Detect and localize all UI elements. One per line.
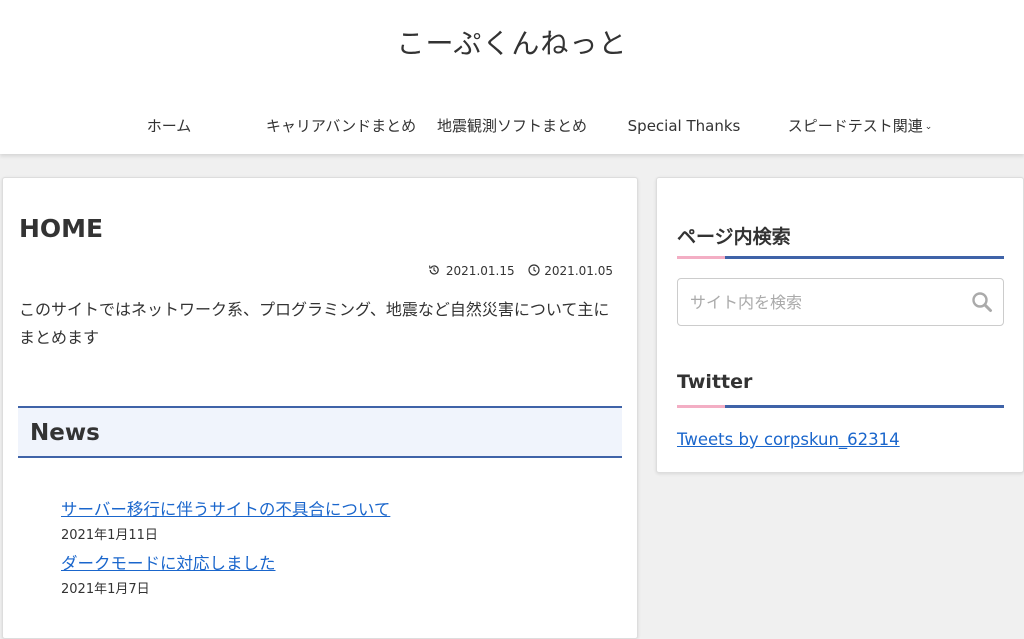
search-input[interactable] (678, 279, 970, 325)
nav-item-speedtest[interactable]: スピードテスト関連 ⌄ (770, 114, 950, 138)
news-heading-label: News (30, 420, 100, 446)
twitter-widget-title: Twitter (677, 371, 753, 393)
news-date: 2021年1月7日 (61, 582, 150, 597)
published-date: 2021.01.05 (544, 264, 613, 278)
nav-item-label: スピードテスト関連 (787, 117, 923, 135)
news-date: 2021年1月11日 (61, 528, 158, 543)
underline-accent (677, 405, 725, 408)
global-nav: ホーム キャリアバンドまとめ 地震観測ソフトまとめ Special Thanks… (0, 114, 1024, 138)
clock-icon (528, 264, 544, 278)
nav-item-special-thanks[interactable]: Special Thanks (598, 114, 770, 138)
site-title[interactable]: こーぷくんねっと (0, 22, 1024, 62)
search-button[interactable] (971, 291, 993, 313)
news-heading: News (18, 406, 622, 458)
main-content: HOME 2021.01.15 2021.01.05 このサイトではネットワーク… (2, 177, 638, 639)
widget-title-underline (677, 256, 1004, 259)
nav-item-label: Special Thanks (627, 117, 741, 135)
site-header: こーぷくんねっと ホーム キャリアバンドまとめ 地震観測ソフトまとめ Speci… (0, 0, 1024, 154)
nav-item-carrier-band[interactable]: キャリアバンドまとめ (256, 114, 426, 138)
search-widget-title: ページ内検索 (677, 226, 791, 248)
search-icon (971, 292, 993, 317)
news-link[interactable]: サーバー移行に伴うサイトの不具合について (61, 496, 390, 520)
news-link[interactable]: ダークモードに対応しました (61, 550, 276, 574)
nav-item-home[interactable]: ホーム (128, 114, 210, 138)
updated-date: 2021.01.15 (445, 264, 515, 278)
nav-item-label: 地震観測ソフトまとめ (436, 117, 587, 135)
page-title: HOME (19, 214, 104, 243)
history-icon (428, 264, 444, 278)
nav-item-label: ホーム (146, 117, 192, 135)
underline-accent (677, 256, 725, 259)
nav-item-earthquake-software[interactable]: 地震観測ソフトまとめ (426, 114, 598, 138)
search-form (677, 278, 1004, 326)
news-item: ダークモードに対応しました 2021年1月7日 (61, 550, 276, 597)
widget-title-underline (677, 405, 1004, 408)
post-dates: 2021.01.15 2021.01.05 (428, 264, 613, 278)
twitter-timeline-link[interactable]: Tweets by corpskun_62314 (677, 430, 900, 449)
chevron-down-icon: ⌄ (924, 122, 933, 132)
news-item: サーバー移行に伴うサイトの不具合について 2021年1月11日 (61, 496, 390, 543)
sidebar: ページ内検索 Twitter Tweets by corpskun_62314 (656, 177, 1024, 473)
nav-item-label: キャリアバンドまとめ (265, 117, 417, 135)
intro-text: このサイトではネットワーク系、プログラミング、地震など自然災害について主にまとめ… (19, 300, 610, 347)
